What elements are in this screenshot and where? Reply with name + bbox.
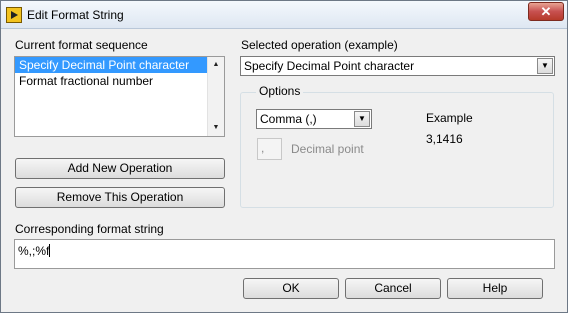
title-bar[interactable]: Edit Format String ✕ [1,1,567,29]
list-item[interactable]: Format fractional number [15,73,224,89]
selected-operation-label: Selected operation (example) [241,38,398,52]
add-new-operation-button[interactable]: Add New Operation [15,158,225,179]
window-title: Edit Format String [27,8,124,22]
decimal-char-field: , [257,138,282,160]
remove-operation-button[interactable]: Remove This Operation [15,187,225,208]
text-caret [49,244,51,257]
options-group-title: Options [256,84,304,98]
decimal-point-label: Decimal point [291,142,364,156]
cancel-button[interactable]: Cancel [345,278,441,299]
help-button[interactable]: Help [447,278,543,299]
list-item[interactable]: Specify Decimal Point character [15,57,224,73]
scroll-down-icon[interactable]: ▼ [208,120,224,136]
separator-select[interactable]: Comma (,) ▼ [256,109,372,129]
close-button[interactable]: ✕ [528,2,564,21]
edit-format-string-dialog: Edit Format String ✕ Current format sequ… [0,0,568,313]
chevron-down-icon[interactable]: ▼ [354,111,370,127]
example-value: 3,1416 [426,132,463,146]
example-label: Example [426,111,473,125]
chevron-down-icon[interactable]: ▼ [537,58,553,74]
current-sequence-label: Current format sequence [15,38,148,52]
operation-select[interactable]: Specify Decimal Point character ▼ [240,56,555,76]
list-scrollbar[interactable]: ▲ ▼ [207,57,224,136]
app-icon [6,7,22,23]
format-string-field[interactable]: %,;%f [14,239,555,269]
format-string-label: Corresponding format string [15,222,164,236]
scroll-up-icon[interactable]: ▲ [208,57,224,73]
separator-select-value: Comma (,) [260,112,317,126]
format-sequence-list[interactable]: Specify Decimal Point character Format f… [14,56,225,137]
ok-button[interactable]: OK [243,278,339,299]
operation-select-value: Specify Decimal Point character [244,59,415,73]
format-string-value: %,;%f [18,244,50,258]
